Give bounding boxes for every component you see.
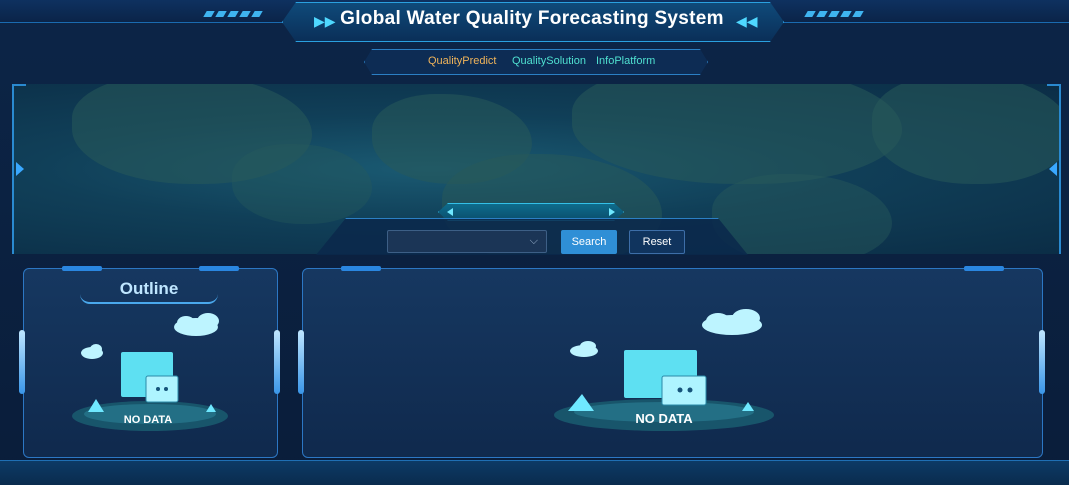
outline-title: Outline (80, 276, 218, 304)
nav-item-quality-predict[interactable]: QualityPredict (428, 55, 496, 67)
outline-empty-label: NO DATA (123, 414, 173, 426)
header-stripe-right (804, 4, 866, 17)
search-button[interactable]: Search (561, 230, 617, 254)
header-stripe-left (203, 4, 265, 17)
map-landmass (872, 84, 1061, 184)
page-title: Global Water Quality Forecasting System (340, 8, 724, 29)
footer-bar (0, 460, 1069, 485)
app-root: ▶▶ ◀◀ Global Water Quality Forecasting S… (0, 0, 1069, 485)
map-prev-arrow-icon[interactable] (16, 162, 24, 176)
map-next-arrow-icon[interactable] (1049, 162, 1057, 176)
main-panel-handle-right (1039, 330, 1045, 394)
panel-tab-accent (62, 266, 102, 271)
top-nav: QualityPredict QualitySolution InfoPlatf… (364, 49, 708, 75)
map-landmass (232, 144, 372, 224)
reset-button[interactable]: Reset (629, 230, 685, 254)
main-empty-label: NO DATA (635, 411, 693, 426)
outline-panel-handle-left (19, 330, 25, 394)
nav-item-info-platform[interactable]: InfoPlatform (596, 55, 655, 67)
panel-tab-accent (341, 266, 381, 271)
panel-tab-accent (199, 266, 239, 271)
chevron-down-icon: ⌵ (529, 235, 538, 247)
header: ▶▶ ◀◀ Global Water Quality Forecasting S… (0, 0, 1069, 44)
region-select[interactable]: ⌵ (387, 230, 547, 253)
nav-item-quality-solution[interactable]: QualitySolution (512, 55, 586, 67)
panel-tab-accent (964, 266, 1004, 271)
outline-panel-handle-right (274, 330, 280, 394)
main-panel-handle-left (298, 330, 304, 394)
map-landmass (712, 174, 892, 254)
